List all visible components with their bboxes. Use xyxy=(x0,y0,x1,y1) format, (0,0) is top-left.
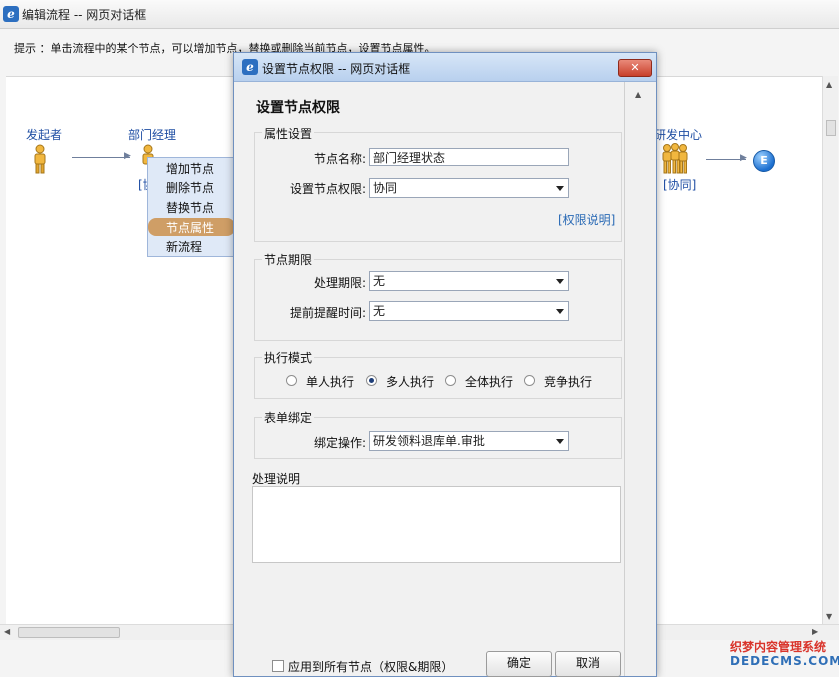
node-name-label: 节点名称: xyxy=(313,152,366,166)
scroll-down-arrow-icon[interactable]: ▼ xyxy=(826,612,832,621)
scroll-left-arrow-icon[interactable]: ◀ xyxy=(4,627,10,636)
bind-operation-label: 绑定操作: xyxy=(313,436,366,450)
close-icon[interactable]: ✕ xyxy=(618,59,652,77)
permission-select[interactable]: 协同 xyxy=(369,178,569,198)
dialog-heading: 设置节点权限 xyxy=(256,100,340,116)
attr-settings-legend: 属性设置 xyxy=(262,125,315,142)
radio-all[interactable] xyxy=(445,375,456,386)
execution-mode-legend: 执行模式 xyxy=(262,349,315,366)
bind-operation-value: 研发领料退库单.审批 xyxy=(373,434,485,448)
form-binding-legend: 表单绑定 xyxy=(262,409,315,426)
radio-compete-label: 竞争执行 xyxy=(544,375,593,389)
outer-window-title: 编辑流程 -- 网页对话框 xyxy=(22,8,147,22)
node-dept-manager-label: 部门经理 xyxy=(128,128,177,142)
node-rd-center-tag: [协同] xyxy=(663,178,697,192)
permission-select-value: 协同 xyxy=(373,181,398,195)
chevron-down-icon xyxy=(556,309,564,314)
notes-label: 处理说明 xyxy=(250,470,303,487)
node-name-field[interactable]: 部门经理状态 xyxy=(369,148,569,166)
scroll-up-arrow-icon[interactable]: ▲ xyxy=(826,80,832,89)
chevron-down-icon xyxy=(556,439,564,444)
dialog-title: 设置节点权限 -- 网页对话框 xyxy=(262,62,411,76)
flow-connector xyxy=(72,157,130,158)
arrow-head-icon: ▶ xyxy=(740,153,747,163)
radio-all-label: 全体执行 xyxy=(465,375,514,389)
notes-textarea[interactable] xyxy=(252,486,621,563)
scroll-right-arrow-icon[interactable]: ▶ xyxy=(812,627,818,636)
set-node-permission-dialog: e 设置节点权限 -- 网页对话框 ✕ ▲ 设置节点权限 属性设置 节点名称: … xyxy=(233,52,657,677)
group-icon[interactable] xyxy=(658,143,692,175)
cancel-button[interactable]: 取消 xyxy=(555,651,621,677)
radio-multi-label: 多人执行 xyxy=(386,375,435,389)
ok-button[interactable]: 确定 xyxy=(486,651,552,677)
menu-item-new-flow[interactable]: 新流程 xyxy=(166,238,202,255)
permission-label: 设置节点权限: xyxy=(289,182,366,196)
radio-single-label: 单人执行 xyxy=(306,375,355,389)
reminder-select[interactable]: 无 xyxy=(369,301,569,321)
ie-icon: e xyxy=(242,59,258,75)
node-deadline-legend: 节点期限 xyxy=(262,251,315,268)
bind-operation-select[interactable]: 研发领料退库单.审批 xyxy=(369,431,569,451)
menu-item-add-node[interactable]: 增加节点 xyxy=(166,160,214,177)
reminder-label: 提前提醒时间: xyxy=(289,306,366,320)
end-node[interactable]: E xyxy=(753,150,775,172)
menu-item-node-properties[interactable]: 节点属性 xyxy=(166,219,214,236)
person-icon[interactable] xyxy=(32,144,48,174)
outer-vertical-scroll-thumb[interactable] xyxy=(826,120,836,136)
process-deadline-value: 无 xyxy=(373,274,386,288)
reminder-value: 无 xyxy=(373,304,386,318)
chevron-down-icon xyxy=(556,186,564,191)
chevron-down-icon xyxy=(556,279,564,284)
watermark-text: 织梦内容管理系统 xyxy=(730,640,827,654)
outer-horizontal-scroll-thumb[interactable] xyxy=(18,627,120,638)
apply-all-checkbox[interactable] xyxy=(272,660,284,672)
node-starter-label: 发起者 xyxy=(26,128,63,142)
outer-vertical-scrollbar[interactable] xyxy=(822,76,838,624)
radio-single[interactable] xyxy=(286,375,297,386)
apply-all-label: 应用到所有节点（权限&期限） xyxy=(288,660,454,674)
ie-icon: e xyxy=(3,6,19,22)
dialog-scrollbar[interactable] xyxy=(624,82,656,676)
radio-compete[interactable] xyxy=(524,375,535,386)
arrow-head-icon: ▶ xyxy=(124,151,131,161)
permission-help-link[interactable]: [权限说明] xyxy=(558,211,615,228)
scroll-up-arrow-icon[interactable]: ▲ xyxy=(635,90,641,99)
menu-item-delete-node[interactable]: 删除节点 xyxy=(166,179,214,196)
process-deadline-label: 处理期限: xyxy=(313,276,366,290)
node-context-menu: 增加节点 删除节点 替换节点 节点属性 新流程 xyxy=(147,157,236,257)
process-deadline-select[interactable]: 无 xyxy=(369,271,569,291)
watermark-url: DEDECMS.COM xyxy=(730,654,839,668)
radio-multi[interactable] xyxy=(366,375,377,386)
node-rd-center-label: 研发中心 xyxy=(654,128,703,142)
menu-item-replace-node[interactable]: 替换节点 xyxy=(166,199,214,216)
